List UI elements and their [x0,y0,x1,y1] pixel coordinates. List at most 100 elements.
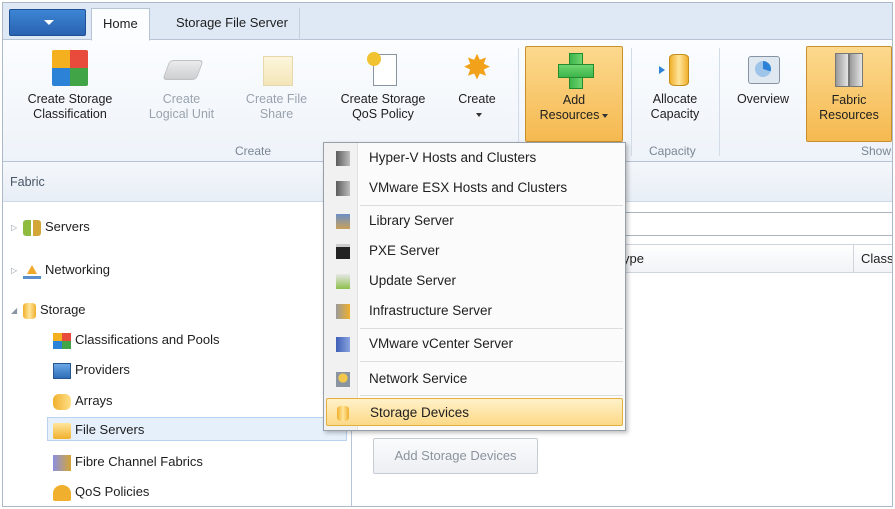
network-service-icon [336,372,350,387]
disk-icon [164,50,200,86]
tree-item-networking[interactable]: ▷ Networking [11,258,110,282]
create-storage-qos-policy-label-2: QoS Policy [352,107,414,121]
storage-devices-icon [337,406,349,421]
create-file-share-button[interactable]: Create File Share [235,46,318,142]
group-label-show: Show [861,144,892,158]
column-divider[interactable] [853,245,854,273]
nav-header: Fabric [3,162,352,202]
qos-policies-icon [53,484,71,501]
tree-item-label: QoS Policies [75,484,150,499]
menu-item-library-server[interactable]: Library Server [326,207,623,235]
add-resources-menu: Hyper-V Hosts and Clusters VMware ESX Ho… [323,142,626,431]
collapse-arrow-icon[interactable]: ◢ [11,299,23,323]
menu-separator [360,205,623,206]
create-storage-qos-policy-button[interactable]: Create Storage QoS Policy [323,46,443,142]
server-icon [336,151,350,166]
create-dropdown-button[interactable]: ✸ Create [447,46,507,142]
file-servers-icon [53,422,71,439]
fabric-resources-button[interactable]: Fabric Resources [806,46,892,142]
tree-item-arrays[interactable]: Arrays [53,389,113,413]
providers-icon [53,362,71,379]
create-logical-unit-label-1: Create [162,92,201,106]
star-burst-icon: ✸ [462,49,492,87]
tree-item-qos-policies[interactable]: QoS Policies [53,480,149,504]
menu-item-label: Network Service [369,371,468,386]
tree-item-label: Providers [75,362,130,377]
expand-arrow-icon[interactable]: ▷ [11,259,23,283]
tree-item-label: Classifications and Pools [75,332,220,347]
menu-item-label: Library Server [369,213,454,228]
group-label-capacity: Capacity [649,144,696,158]
create-file-share-label-1: Create File [245,92,308,106]
tree-item-providers[interactable]: Providers [53,358,130,382]
menu-item-hyper-v-hosts[interactable]: Hyper-V Hosts and Clusters [326,144,623,172]
file-menu-button[interactable] [9,9,86,36]
group-label-create: Create [235,144,272,158]
tree-item-label: Networking [45,262,111,277]
menu-item-label: Infrastructure Server [369,303,493,318]
allocate-capacity-label-2: Capacity [650,107,700,121]
fabric-resources-label-1: Fabric [831,93,867,107]
allocate-capacity-label-1: Allocate [652,92,698,106]
tree-item-label: Servers [45,219,90,234]
menu-item-label: Update Server [369,273,457,288]
create-storage-classification-label-1: Create Storage [27,92,113,106]
tree-item-file-servers[interactable]: File Servers [47,417,347,441]
storage-icon [23,302,36,319]
menu-separator [360,328,623,329]
create-storage-classification-label-2: Classification [33,107,107,121]
library-server-icon [336,214,350,229]
colored-grid-icon [52,50,88,86]
tree-item-label: Fibre Channel Fabrics [75,454,203,469]
ribbon-group-divider [518,48,519,156]
menu-item-label: VMware ESX Hosts and Clusters [369,180,568,195]
tree-item-classifications-and-pools[interactable]: Classifications and Pools [53,328,220,352]
menu-item-vmware-esx-hosts[interactable]: VMware ESX Hosts and Clusters [326,174,623,202]
tree-item-servers[interactable]: ▷ Servers [11,215,90,239]
fabric-navigation-pane: Fabric ▷ Servers ▷ Networking ◢ Storage Cla… [3,162,352,506]
chevron-down-icon [44,20,54,25]
tree-item-fibre-channel-fabrics[interactable]: Fibre Channel Fabrics [53,450,203,474]
qos-policy-icon [365,50,401,86]
menu-item-vmware-vcenter-server[interactable]: VMware vCenter Server [326,330,623,358]
tree-item-storage[interactable]: ◢ Storage [11,298,86,322]
fabric-resources-label-2: Resources [819,108,879,122]
ribbon-tab-strip: Home Storage File Server [3,3,892,41]
update-server-icon [336,274,350,289]
networking-icon [23,263,41,279]
file-share-icon [259,50,295,86]
expand-arrow-icon[interactable]: ▷ [11,216,23,240]
create-file-share-label-2: Share [259,107,294,121]
column-header-type[interactable]: ype [623,251,644,266]
create-logical-unit-button[interactable]: Create Logical Unit [134,46,229,142]
infrastructure-server-icon [336,304,350,319]
server-icon [336,181,350,196]
add-resources-label-2: Resources [539,108,600,122]
chevron-down-icon [475,112,482,117]
allocate-capacity-button[interactable]: Allocate Capacity [639,46,711,142]
menu-item-network-service[interactable]: Network Service [326,365,623,393]
overview-button[interactable]: Overview [726,46,800,142]
nav-header-title: Fabric [10,175,45,189]
create-logical-unit-label-2: Logical Unit [148,107,215,121]
menu-item-storage-devices[interactable]: Storage Devices [326,398,623,426]
servers-icon [23,219,41,236]
ribbon-group-divider [719,48,720,156]
arrays-icon [53,393,71,410]
menu-item-label: PXE Server [369,243,440,258]
menu-item-update-server[interactable]: Update Server [326,267,623,295]
add-storage-devices-button[interactable]: Add Storage Devices [373,438,538,474]
create-storage-classification-button[interactable]: Create Storage Classification [13,46,127,142]
classification-icon [53,332,71,349]
vmm-console-window: Home Storage File Server Create Storage … [2,2,893,507]
add-resources-label-1: Add [562,93,586,107]
chevron-down-icon [602,113,609,118]
menu-item-infrastructure-server[interactable]: Infrastructure Server [326,297,623,325]
column-header-class[interactable]: Class [861,251,892,266]
create-storage-qos-policy-label-1: Create Storage [340,92,426,106]
add-resources-button[interactable]: Add Resources [525,46,623,142]
menu-item-pxe-server[interactable]: PXE Server [326,237,623,265]
server-rack-icon [831,51,867,87]
tab-home[interactable]: Home [91,8,150,41]
tab-storage-file-server[interactable]: Storage File Server [165,8,300,41]
